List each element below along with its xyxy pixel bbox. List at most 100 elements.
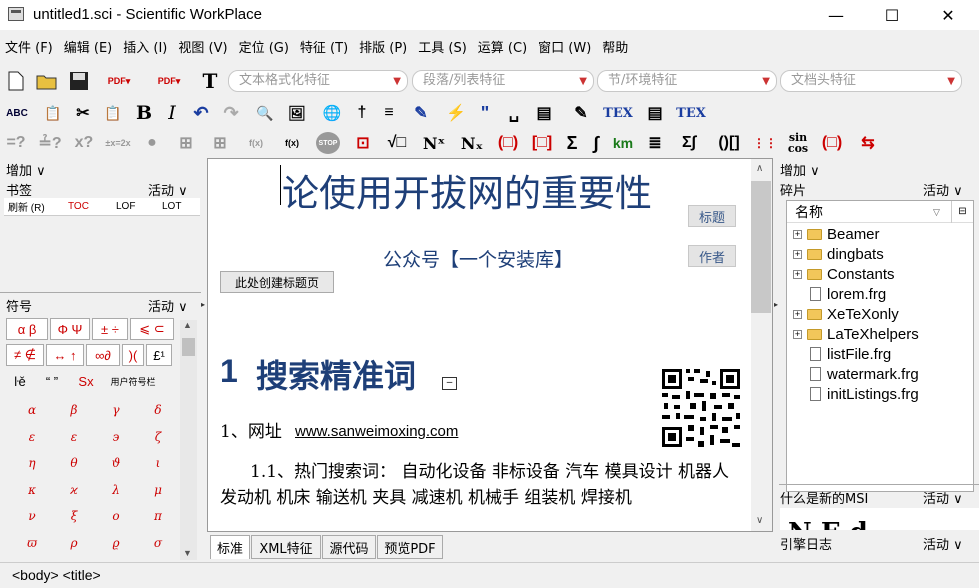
symbol-tab-user[interactable]: 用户符号栏 [102, 370, 164, 392]
brackets-icon[interactable]: (□) [496, 132, 520, 154]
sum-icon[interactable]: Σ [562, 132, 582, 154]
greek-symbol-cell[interactable]: σ [138, 531, 178, 555]
greek-symbol-cell[interactable]: ρ [54, 531, 94, 555]
superscript-icon[interactable]: Nˣ [420, 132, 448, 154]
fraction-icon[interactable]: ⊡ [352, 132, 374, 154]
greek-symbol-cell[interactable]: κ [12, 478, 52, 502]
document-scrollbar-thumb[interactable] [751, 181, 771, 313]
new-file-icon[interactable] [6, 70, 26, 92]
right-add-button[interactable]: 增加 ∨ [780, 160, 820, 179]
engine-log-active-dropdown[interactable]: 活动 ∨ [923, 534, 963, 553]
expand-icon[interactable]: + [793, 329, 802, 339]
symbol-tab-negated[interactable]: ≠ ∉ [6, 344, 44, 366]
symbol-tab-accents[interactable]: ŀě [6, 370, 34, 392]
doc-scroll-up-icon[interactable]: ∧ [756, 163, 763, 174]
greek-symbol-cell[interactable]: ϱ [96, 531, 136, 555]
fragment-tree-item[interactable]: + LaTeXhelpers [793, 324, 919, 344]
copy-icon[interactable]: 📋 [42, 102, 64, 124]
symbols-scrollbar[interactable]: ▲ ▼ [180, 320, 197, 560]
symbol-tab-greek-upper[interactable]: Φ Ψ [50, 318, 90, 340]
operators-icon[interactable]: Σ∫ [676, 132, 702, 154]
subscript-icon[interactable]: Nₓ [458, 132, 486, 154]
field-icon[interactable]: ▤ [532, 102, 556, 124]
grid-icon[interactable]: ⋮⋮ [753, 132, 777, 154]
symbol-tab-relations[interactable]: ⩽ ⊂ [130, 318, 174, 340]
tex-field-icon[interactable]: TEX [602, 102, 634, 124]
fragment-tree-item[interactable]: + Constants [793, 264, 895, 284]
menu-window[interactable]: 窗口 (W) [538, 37, 591, 56]
tab-preview-pdf[interactable]: 预览PDF [377, 535, 443, 559]
note-icon[interactable]: ✎ [568, 102, 594, 124]
greek-symbol-cell[interactable]: ε [54, 425, 94, 449]
expand-icon[interactable]: + [793, 249, 802, 259]
fragment-tree-item[interactable]: + Beamer [793, 224, 880, 244]
menu-tag[interactable]: 特征 (T) [300, 37, 348, 56]
document-title[interactable]: 论使用开拔网的重要性 [282, 163, 652, 217]
collapse-icon[interactable]: – [442, 377, 457, 390]
footnote-icon[interactable]: † [354, 102, 370, 124]
close-button[interactable]: ✕ [920, 0, 976, 30]
front-matter-combo[interactable]: 文档头特征 ▼ [780, 70, 962, 92]
greek-symbol-cell[interactable]: π [138, 504, 178, 528]
greek-symbol-cell[interactable]: ϑ [96, 451, 136, 475]
symbols-scrollbar-thumb[interactable] [182, 338, 195, 356]
greek-symbol-cell[interactable]: ϶ [96, 425, 136, 449]
pdf-preview-icon[interactable]: PDF▾ [150, 70, 188, 92]
greek-symbol-cell[interactable]: ϰ [54, 478, 94, 502]
greek-symbol-cell[interactable]: ϖ [12, 531, 52, 555]
greek-symbol-cell[interactable]: ζ [138, 425, 178, 449]
whatsnew-active-dropdown[interactable]: 活动 ∨ [923, 488, 963, 507]
greek-symbol-cell[interactable]: η [12, 451, 52, 475]
tab-normal[interactable]: 标准 [210, 535, 250, 559]
symbol-tab-binary-ops[interactable]: ± ÷ [92, 318, 128, 340]
symbol-tab-misc[interactable]: ∞∂ [86, 344, 120, 366]
scroll-down-icon[interactable]: ▼ [183, 548, 192, 558]
save-icon[interactable] [68, 70, 90, 92]
scroll-up-icon[interactable]: ▲ [183, 320, 192, 330]
evaluate-icon[interactable]: =? [4, 132, 28, 154]
space-icon[interactable]: ␣ [504, 102, 524, 124]
redo-icon[interactable]: ↷ [220, 102, 242, 124]
fragments-column-header[interactable]: 名称 ▽ ⊟ [787, 201, 973, 223]
tab-xml-tags[interactable]: XML特征 [251, 535, 321, 559]
greek-symbol-cell[interactable]: α [12, 398, 52, 422]
find-icon[interactable]: 🔍 [254, 102, 276, 124]
minimize-button[interactable]: — [808, 0, 864, 30]
menu-goto[interactable]: 定位 (G) [239, 37, 289, 56]
bookmarks-active-dropdown[interactable]: 活动 ∨ [148, 180, 188, 199]
plot-3d-icon[interactable]: ⊞ [208, 132, 232, 154]
url-link[interactable]: www.sanweimoxing.com [295, 423, 458, 440]
toc-tab[interactable]: TOC [68, 201, 116, 212]
evaluate-numeric-icon[interactable]: ≟? [38, 132, 62, 154]
greek-symbol-cell[interactable]: ο [96, 504, 136, 528]
menu-view[interactable]: 视图 (V) [178, 37, 227, 56]
greek-symbol-cell[interactable]: ι [138, 451, 178, 475]
menu-tools[interactable]: 工具 (S) [418, 37, 467, 56]
delimiters-icon[interactable]: ()[] [712, 132, 746, 154]
menu-file[interactable]: 文件 (F) [5, 37, 53, 56]
text-tool-icon[interactable]: T [200, 69, 220, 93]
left-add-button[interactable]: 增加 ∨ [6, 160, 46, 179]
menu-insert[interactable]: 插入 (I) [123, 37, 167, 56]
expand-icon[interactable]: + [793, 269, 802, 279]
expand-icon[interactable]: + [793, 309, 802, 319]
menu-compute[interactable]: 运算 (C) [478, 37, 527, 56]
matrix-icon[interactable]: ≣ [644, 132, 666, 154]
create-title-page-button[interactable]: 此处创建标题页 [220, 271, 334, 293]
undo-icon[interactable]: ↶ [190, 102, 212, 124]
greek-symbol-cell[interactable]: δ [138, 398, 178, 422]
clipboard-icon[interactable]: ▤ [644, 102, 666, 124]
symbols-active-dropdown[interactable]: 活动 ∨ [148, 296, 188, 315]
paragraph-style-combo[interactable]: 段落/列表特征 ▼ [412, 70, 594, 92]
maximize-button[interactable]: ☐ [864, 0, 920, 30]
lof-tab[interactable]: LOF [116, 201, 162, 212]
document-author[interactable]: 公众号【一个安装库】 [383, 245, 573, 272]
fragment-tree-item[interactable]: listFile.frg [793, 344, 891, 364]
binomial-icon[interactable]: (□) [820, 132, 844, 154]
greek-symbol-cell[interactable]: ε [12, 425, 52, 449]
fragment-tree-item[interactable]: lorem.frg [793, 284, 886, 304]
bold-icon[interactable]: B [134, 102, 154, 124]
check-equality-icon[interactable]: x? [72, 132, 96, 154]
fragments-active-dropdown[interactable]: 活动 ∨ [923, 180, 963, 199]
plot-2d-icon[interactable]: ⊞ [174, 132, 198, 154]
